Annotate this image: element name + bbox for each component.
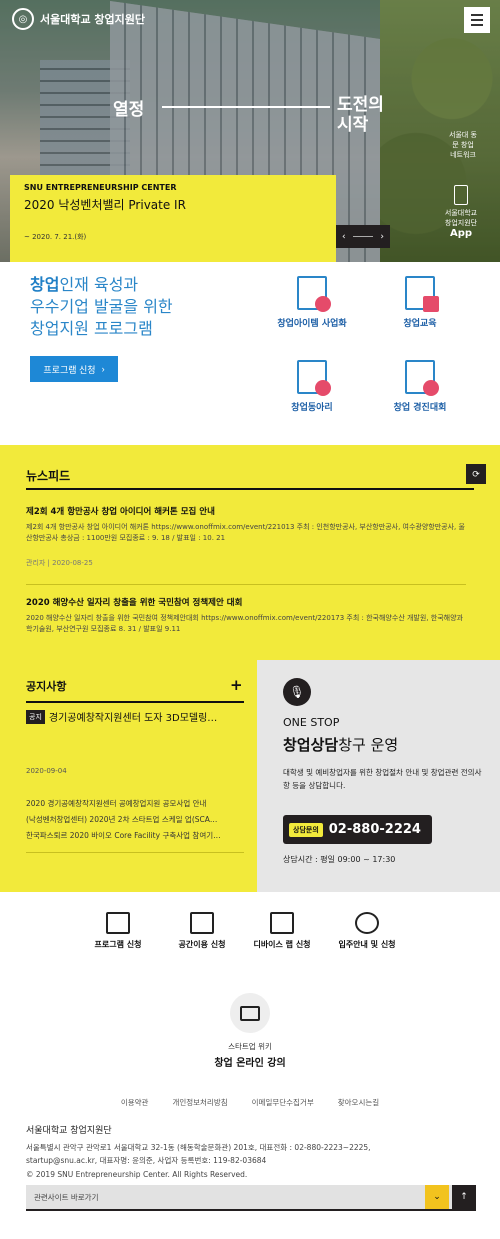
newsfeed-section: 뉴스피드 ⟳ 제2회 4개 항만공사 창업 아이디어 해커톤 모집 안내 제2회… <box>0 445 500 660</box>
hero-slide-card[interactable]: SNU ENTREPRENEURSHIP CENTER 2020 낙성벤처밸리 … <box>10 175 336 262</box>
quick-links: 프로그램 신청 공간이용 신청 디바이스 랩 신청 입주안내 및 신청 <box>0 892 500 977</box>
slide-date: ~ 2020. 7. 21.(화) <box>24 233 87 241</box>
call-button[interactable]: 상담문의 02-880-2224 <box>283 815 432 844</box>
phone-number: 02-880-2224 <box>328 822 421 837</box>
featured-notice[interactable]: 공지 경기공예창작지원센터 도자 3D모델링… <box>26 709 246 724</box>
featured-notice-title: 경기공예창작지원센터 도자 3D모델링… <box>48 713 218 724</box>
hero-banner[interactable]: ◎ 서울대학교 창업지원단 열정 도전의 시작 서울대 동문 창업 네트워크 서… <box>0 0 500 262</box>
quick-tenant-apply[interactable]: 입주안내 및 신청 <box>322 912 412 950</box>
briefcase-icon <box>270 912 294 934</box>
divider <box>26 852 244 853</box>
onestop-eyebrow: ONE STOP <box>283 716 340 729</box>
footer-link-terms[interactable]: 이용약관 <box>121 1097 149 1108</box>
program-apply-button[interactable]: 프로그램 신청 › <box>30 356 118 382</box>
prev-slide-icon[interactable]: ‹ <box>342 232 346 242</box>
quick-device-lab-apply[interactable]: 디바이스 랩 신청 <box>237 912 327 950</box>
list-item[interactable]: (낙성벤처창업센터) 2020년 2차 스타트업 스케일 업(SCA… <box>26 814 244 830</box>
onestop-consulting: 🎙 ONE STOP 창업상담창구 운영 대학생 및 예비창업자를 위한 창업절… <box>257 660 500 892</box>
program-item-club[interactable]: 창업동아리 <box>262 360 362 413</box>
newsfeed-heading: 뉴스피드 <box>26 469 71 483</box>
plus-icon[interactable]: + <box>230 676 243 694</box>
next-slide-icon[interactable]: › <box>380 232 384 242</box>
divider <box>26 488 474 490</box>
program-title: 창업인재 육성과 우수기업 발굴을 위한 창업지원 프로그램 <box>30 275 173 338</box>
chevron-right-icon: › <box>101 364 105 374</box>
notice-date: 2020-09-04 <box>26 767 67 775</box>
onestop-description: 대학생 및 예비창업자를 위한 창업절차 안내 및 창업관련 전의사항 등을 상… <box>283 768 482 790</box>
menu-button[interactable] <box>464 7 490 33</box>
news-item[interactable]: 제2회 4개 항만공사 창업 아이디어 해커톤 모집 안내 제2회 4개 항만공… <box>26 505 466 568</box>
footer-address: 서울특별시 관악구 관악로1 서울대학교 32-1동 (해동학술문화관) 201… <box>26 1143 371 1165</box>
program-section: 창업인재 육성과 우수기업 발굴을 위한 창업지원 프로그램 프로그램 신청 ›… <box>0 262 500 445</box>
chevron-down-icon[interactable]: ⌄ <box>425 1185 449 1209</box>
slide-eyebrow: SNU ENTREPRENEURSHIP CENTER <box>24 183 177 192</box>
alumni-network-link[interactable]: 서울대 동문 창업 네트워크 <box>448 130 478 160</box>
divider <box>26 701 244 703</box>
footer-links: 이용약관 개인정보처리방침 이메일무단수집거부 찾아오시는길 <box>0 1097 500 1108</box>
snu-emblem-icon: ◎ <box>12 8 34 30</box>
tv-icon <box>230 993 270 1033</box>
call-label: 상담문의 <box>289 822 323 837</box>
scroll-top-icon[interactable]: ↑ <box>452 1185 476 1209</box>
document-award-icon <box>405 360 439 396</box>
document-graduation-icon <box>405 276 439 312</box>
refresh-icon[interactable]: ⟳ <box>466 464 486 484</box>
slide-navigation: ‹ › <box>336 225 390 248</box>
microphone-icon: 🎙 <box>283 678 311 706</box>
related-sites-label: 관련사이트 바로가기 <box>34 1192 99 1202</box>
app-link[interactable]: 서울대학교 창업지원단 App <box>444 185 478 239</box>
notice-badge: 공지 <box>26 709 45 724</box>
footer-org: 서울대학교 창업지원단 <box>26 1126 112 1136</box>
document-people-icon <box>297 360 331 396</box>
related-sites-select[interactable]: 관련사이트 바로가기 ⌄ ↑ <box>26 1185 476 1211</box>
list-item[interactable]: 2020 경기공예창작지원센터 공예창업지원 공모사업 안내 <box>26 798 244 814</box>
footer: 이용약관 개인정보처리방침 이메일무단수집거부 찾아오시는길 서울대학교 창업지… <box>0 1077 500 1239</box>
news-item[interactable]: 2020 해양수산 일자리 창출을 위한 국민참여 정책제안 대회 2020 해… <box>26 596 466 635</box>
building-icon <box>190 912 214 934</box>
calendar-clock-icon <box>106 912 130 934</box>
phone-icon <box>454 185 468 205</box>
slide-progress <box>353 236 373 237</box>
lecture-subtitle: 스타트업 위키 <box>228 1042 272 1051</box>
notice-list: 2020 경기공예창작지원센터 공예창업지원 공모사업 안내 (낙성벤처창업센터… <box>26 798 244 846</box>
page: ◎ 서울대학교 창업지원단 열정 도전의 시작 서울대 동문 창업 네트워크 서… <box>0 0 500 1239</box>
onestop-title: 창업상담창구 운영 <box>283 736 399 754</box>
program-item-competition[interactable]: 창업 경진대회 <box>370 360 470 413</box>
slogan-left: 열정 <box>113 100 145 120</box>
online-lecture-link[interactable]: 스타트업 위키 창업 온라인 강의 <box>0 977 500 1077</box>
hamburger-icon <box>471 14 483 16</box>
consulting-hours: 상담시간 : 평일 09:00 ~ 17:30 <box>283 855 396 864</box>
list-item[interactable]: 한국파스퇴르 2020 바이오 Core Facility 구축사업 참여기… <box>26 830 244 846</box>
slogan-line <box>162 106 330 108</box>
notice-heading: 공지사항 <box>26 680 67 693</box>
slide-title: 2020 낙성벤처밸리 Private IR <box>24 198 186 212</box>
footer-link-directions[interactable]: 찾아오시는길 <box>338 1097 379 1108</box>
divider <box>26 584 466 585</box>
copyright: © 2019 SNU Entrepreneurship Center. All … <box>26 1170 248 1179</box>
logo-text: 서울대학교 창업지원단 <box>40 13 146 26</box>
quick-space-apply[interactable]: 공간이용 신청 <box>157 912 247 950</box>
program-item-education[interactable]: 창업교육 <box>370 276 470 329</box>
footer-link-email-policy[interactable]: 이메일무단수집거부 <box>252 1097 314 1108</box>
footer-info: 서울대학교 창업지원단 서울특별시 관악구 관악로1 서울대학교 32-1동 (… <box>26 1123 476 1179</box>
site-logo[interactable]: ◎ 서울대학교 창업지원단 <box>12 8 145 30</box>
footer-link-privacy[interactable]: 개인정보처리방침 <box>172 1097 227 1108</box>
program-item-commercialization[interactable]: 창업아이템 사업화 <box>262 276 362 329</box>
quick-program-apply[interactable]: 프로그램 신청 <box>73 912 163 950</box>
person-icon <box>355 912 379 934</box>
slogan-right: 도전의 시작 <box>337 95 384 135</box>
lecture-title: 창업 온라인 강의 <box>214 1058 286 1069</box>
notice-section: 공지사항 + 공지 경기공예창작지원센터 도자 3D모델링… 2020-09-0… <box>0 660 257 892</box>
document-cloud-icon <box>297 276 331 312</box>
